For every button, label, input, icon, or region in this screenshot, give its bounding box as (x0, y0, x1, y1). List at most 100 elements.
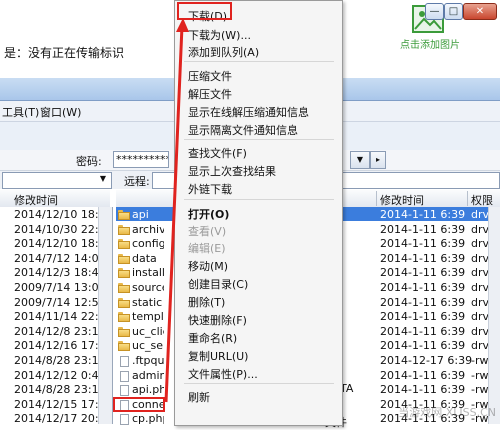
local-row-time[interactable]: 2009/7/14 12:50 (14, 296, 106, 309)
menu-download-as[interactable]: 下载为(W)... (188, 27, 251, 43)
remote-row-name[interactable]: archiver (132, 223, 164, 236)
menu-move[interactable]: 移动(M) (188, 258, 228, 274)
remote-row-name[interactable]: template (132, 310, 164, 323)
remote-row-perm: drv (471, 295, 490, 309)
remote-row-name[interactable]: api (132, 208, 164, 221)
menu-copy-url[interactable]: 复制URL(U) (188, 348, 248, 364)
remote-row-name[interactable]: .ftpquota (132, 354, 164, 367)
local-row-time[interactable]: 2014/12/10 18:… (14, 208, 110, 221)
remote-row-perm: drv (471, 251, 490, 265)
remote-row-perm: drv (471, 310, 490, 324)
password-field[interactable]: ********** (113, 151, 169, 168)
folder-icon (118, 283, 130, 293)
local-row-time[interactable]: 2014/7/12 14:0… (14, 252, 110, 265)
remote-row-time: 2014-1-11 6:39 (380, 295, 466, 309)
remote-row-perm: drv (471, 208, 490, 221)
remote-row-name[interactable]: install (132, 266, 164, 279)
local-scrollbar[interactable] (98, 207, 112, 424)
menu-external-download[interactable]: 外链下载 (188, 181, 232, 197)
local-row-time[interactable]: 2009/7/14 13:08 (14, 281, 106, 294)
menu-separator (184, 199, 334, 200)
menu-open[interactable]: 打开(O) (188, 206, 229, 222)
menu-separator (184, 383, 334, 384)
local-row-time[interactable]: 2014/12/3 18:41 (14, 266, 106, 279)
menu-window[interactable]: 窗口(W) (40, 104, 81, 120)
transfer-status-text: 是：没有正在传输标识 (4, 46, 125, 60)
folder-icon (118, 210, 130, 220)
menu-create-dir[interactable]: 创建目录(C) (188, 276, 248, 292)
folder-icon (118, 326, 130, 337)
local-row-time[interactable]: 2014/11/14 22:… (14, 310, 110, 323)
remote-row-name[interactable]: api.php (132, 383, 164, 396)
chevron-down-icon[interactable]: ▼ (98, 173, 108, 185)
remote-row-perm: drv (471, 324, 490, 338)
local-row-time[interactable]: 2014/12/8 23:18 (14, 325, 106, 338)
menu-tools[interactable]: 工具(T) (2, 104, 39, 120)
menu-compress[interactable]: 压缩文件 (188, 68, 232, 84)
menu-separator (184, 61, 334, 62)
local-row-time[interactable]: 2014/12/12 0:48 (14, 369, 106, 382)
connect-dropdown-button[interactable]: ▼ (350, 151, 370, 169)
remote-label: 远程: (124, 175, 150, 188)
menu-edit: 编辑(E) (188, 242, 226, 255)
remote-row-name[interactable]: uc_server (132, 339, 164, 352)
remote-perm-header[interactable]: 权限 (471, 192, 493, 208)
local-row-time[interactable]: 2014/10/30 22:… (14, 223, 110, 236)
header-divider (467, 191, 468, 206)
remote-row-time: 2014-1-11 6:39 (380, 266, 466, 280)
remote-row-time: 2014-1-11 6:39 (380, 237, 466, 251)
menu-delete[interactable]: 删除(T) (188, 294, 225, 310)
connect-button[interactable]: ▸ (370, 151, 386, 169)
remote-row-perm: drv (471, 339, 490, 353)
file-highlight-box (113, 397, 165, 412)
watermark-text: 当游戏网 XLISS.CN (398, 406, 496, 419)
local-row-time[interactable]: 2014/12/15 17:… (14, 398, 110, 411)
remote-row-time: 2014-1-11 6:39 (380, 281, 466, 294)
remote-modified-header[interactable]: 修改时间 (380, 192, 424, 208)
remote-row-perm: drv (471, 222, 490, 236)
add-image-label: 点击添加图片 (400, 40, 460, 51)
remote-row-name[interactable]: admin.php (132, 369, 164, 382)
menu-file-properties[interactable]: 文件属性(P)... (188, 366, 258, 382)
remote-row-name[interactable]: static (132, 296, 164, 309)
menu-show-online-decompress[interactable]: 显示在线解压缩通知信息 (188, 104, 309, 120)
remote-row-time: 2014-1-11 6:39 (380, 324, 466, 338)
menu-quick-delete[interactable]: 快速删除(F) (188, 312, 247, 328)
local-modified-header[interactable]: 修改时间 (14, 192, 58, 208)
minimize-button[interactable]: — (425, 3, 444, 20)
remote-row-time: 2014-1-11 6:39 (380, 339, 466, 353)
download-highlight-box (177, 2, 232, 20)
folder-icon (118, 297, 130, 308)
menu-rename[interactable]: 重命名(R) (188, 330, 237, 346)
remote-row-name[interactable]: cp.php (132, 412, 164, 425)
menu-show-last-find[interactable]: 显示上次查找结果 (188, 163, 276, 179)
folder-icon (118, 341, 130, 352)
folder-icon (118, 239, 130, 250)
menu-separator (184, 139, 334, 140)
local-row-time[interactable]: 2014/8/28 23:11 (14, 383, 106, 396)
remote-row-name[interactable]: uc_client (132, 325, 164, 338)
remote-row-name[interactable]: source (132, 281, 164, 294)
file-icon (120, 356, 129, 367)
local-row-time[interactable]: 2014/8/28 23:11 (14, 354, 106, 367)
local-row-time[interactable]: 2014/12/17 20:… (14, 412, 110, 425)
remote-row-name[interactable]: data (132, 252, 164, 265)
local-path-field[interactable] (2, 172, 112, 189)
remote-scrollbar[interactable] (488, 207, 500, 424)
menu-show-isolate[interactable]: 显示隔离文件通知信息 (188, 122, 298, 138)
close-button[interactable]: ✕ (463, 3, 497, 20)
remote-row-perm: drv (471, 266, 490, 280)
menu-find-file[interactable]: 查找文件(F) (188, 145, 247, 161)
remote-row-perm: -rw (471, 383, 489, 397)
menu-add-to-queue[interactable]: 添加到队列(A) (188, 44, 259, 60)
maximize-button[interactable]: □ (444, 3, 463, 20)
remote-row-time: 2014-1-11 6:39 (380, 251, 466, 265)
remote-row-name[interactable]: config (132, 237, 164, 250)
local-row-time[interactable]: 2014/12/10 18:… (14, 237, 110, 250)
menu-refresh[interactable]: 刷新 (188, 389, 210, 405)
menu-view: 查看(V) (188, 225, 227, 238)
local-row-time[interactable]: 2014/12/16 17:… (14, 339, 110, 352)
folder-icon (118, 268, 130, 279)
folder-icon (118, 253, 130, 264)
menu-decompress[interactable]: 解压文件 (188, 86, 232, 102)
